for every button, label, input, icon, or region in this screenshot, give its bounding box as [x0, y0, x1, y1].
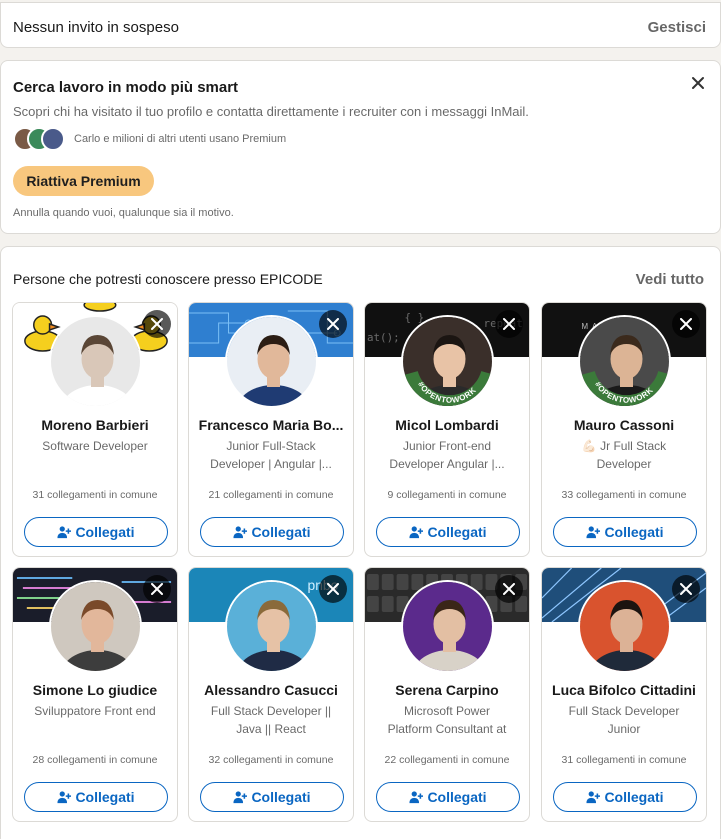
person-card[interactable]: pnboAlessandro CasucciFull Stack Develop…	[188, 567, 354, 822]
manage-invitations-link[interactable]: Gestisci	[648, 19, 706, 36]
close-icon	[503, 318, 515, 330]
mutual-connections: 22 collegamenti in comune	[384, 754, 510, 766]
add-person-icon	[409, 791, 424, 804]
close-icon[interactable]	[690, 75, 706, 91]
profile-photo[interactable]	[225, 580, 318, 673]
person-headline: Full Stack Developer Junior	[568, 704, 680, 736]
person-card[interactable]: at();repeat{ }#OPENTOWORKMicol LombardiJ…	[364, 302, 530, 557]
connect-button[interactable]: Collegati	[376, 517, 520, 547]
person-card[interactable]: Serena Carpino Microsoft Power Platform C…	[364, 567, 530, 822]
profile-photo[interactable]	[578, 580, 671, 673]
add-person-icon	[57, 791, 72, 804]
invitations-status: Nessun invito in sospeso	[13, 19, 179, 36]
mutual-connections: 33 collegamenti in comune	[561, 489, 687, 501]
connect-button-label: Collegati	[604, 789, 664, 805]
profile-photo[interactable]	[225, 315, 318, 408]
premium-footer-note: Annulla quando vuoi, qualunque sia il mo…	[13, 207, 234, 219]
connect-button-label: Collegati	[251, 524, 311, 540]
person-name[interactable]: Serena Carpino	[369, 682, 525, 698]
person-card[interactable]: MAU ON#OPENTOWORKMauro Cassoni💪🏻 Jr Full…	[541, 302, 707, 557]
profile-photo[interactable]	[49, 315, 142, 408]
connect-button[interactable]: Collegati	[200, 517, 344, 547]
add-person-icon	[586, 526, 601, 539]
open-to-work-badge: #OPENTOWORK	[404, 370, 492, 406]
person-headline: 💪🏻 Jr Full Stack Developer	[581, 439, 667, 471]
connect-button-label: Collegati	[427, 789, 487, 805]
person-name[interactable]: Alessandro Casucci	[193, 682, 349, 698]
profile-photo[interactable]	[401, 580, 494, 673]
person-headline: Microsoft Power Platform Consultant at A…	[387, 704, 507, 736]
person-headline: Full Stack Developer || Java || React	[210, 704, 332, 736]
close-icon	[503, 583, 515, 595]
dismiss-button[interactable]	[672, 575, 700, 603]
person-name[interactable]: Moreno Barbieri	[17, 417, 173, 433]
connect-button-label: Collegati	[427, 524, 487, 540]
close-icon	[151, 583, 163, 595]
premium-upsell-card: Cerca lavoro in modo più smart Scopri ch…	[0, 60, 721, 234]
dismiss-button[interactable]	[495, 310, 523, 338]
add-person-icon	[233, 526, 248, 539]
close-icon	[680, 583, 692, 595]
profile-photo[interactable]: #OPENTOWORK	[578, 315, 671, 408]
dismiss-button[interactable]	[495, 575, 523, 603]
connect-button[interactable]: Collegati	[553, 517, 697, 547]
connect-button[interactable]: Collegati	[24, 782, 168, 812]
add-person-icon	[409, 526, 424, 539]
profile-photo[interactable]: #OPENTOWORK	[401, 315, 494, 408]
reactivate-premium-button[interactable]: Riattiva Premium	[13, 166, 154, 196]
person-name[interactable]: Francesco Maria Bo...	[193, 417, 349, 433]
connect-button-label: Collegati	[75, 524, 135, 540]
person-headline: Sviluppatore Front end	[34, 704, 156, 718]
dismiss-button[interactable]	[143, 575, 171, 603]
dismiss-button[interactable]	[672, 310, 700, 338]
person-card[interactable]: Moreno Barbieri Software Developer 31 coll…	[12, 302, 178, 557]
add-person-icon	[233, 791, 248, 804]
mutual-connections: 31 collegamenti in comune	[561, 754, 687, 766]
mutual-connections: 31 collegamenti in comune	[32, 489, 158, 501]
people-you-may-know-section: Persone che potresti conoscere presso EP…	[0, 246, 721, 839]
premium-title: Cerca lavoro in modo più smart	[13, 79, 239, 96]
premium-member-avatars	[13, 127, 69, 151]
connect-button[interactable]: Collegati	[553, 782, 697, 812]
close-icon	[327, 583, 339, 595]
section-title: Persone che potresti conoscere presso EP…	[13, 271, 323, 287]
add-person-icon	[57, 526, 72, 539]
add-person-icon	[586, 791, 601, 804]
close-icon	[151, 318, 163, 330]
person-headline: Junior Full-Stack Developer | Angular |.…	[210, 439, 332, 471]
person-name[interactable]: Luca Bifolco Cittadini	[546, 682, 702, 698]
invitations-card: Nessun invito in sospeso Gestisci	[0, 2, 721, 48]
connect-button[interactable]: Collegati	[24, 517, 168, 547]
profile-photo[interactable]	[49, 580, 142, 673]
connect-button[interactable]: Collegati	[376, 782, 520, 812]
person-name[interactable]: Mauro Cassoni	[546, 417, 702, 433]
see-all-link[interactable]: Vedi tutto	[636, 271, 704, 288]
person-headline: Junior Front-end Developer Angular |...	[389, 439, 505, 471]
person-card[interactable]: Simone Lo giudice Sviluppatore Front end 2…	[12, 567, 178, 822]
dismiss-button[interactable]	[143, 310, 171, 338]
person-headline: Software Developer	[42, 439, 148, 453]
connect-button-label: Collegati	[251, 789, 311, 805]
person-name[interactable]: Micol Lombardi	[369, 417, 525, 433]
premium-description: Scopri chi ha visitato il tuo profilo e …	[13, 104, 529, 119]
svg-text:at();: at();	[367, 331, 400, 344]
connect-button[interactable]: Collegati	[200, 782, 344, 812]
mutual-connections: 9 collegamenti in comune	[387, 489, 507, 501]
avatar	[41, 127, 65, 151]
mutual-connections: 21 collegamenti in comune	[208, 489, 334, 501]
dismiss-button[interactable]	[319, 575, 347, 603]
mutual-connections: 28 collegamenti in comune	[32, 754, 158, 766]
mutual-connections: 32 collegamenti in comune	[208, 754, 334, 766]
connect-button-label: Collegati	[604, 524, 664, 540]
person-card[interactable]: Luca Bifolco Cittadini Full Stack Develop…	[541, 567, 707, 822]
dismiss-button[interactable]	[319, 310, 347, 338]
close-icon	[680, 318, 692, 330]
person-name[interactable]: Simone Lo giudice	[17, 682, 173, 698]
premium-social-proof: Carlo e milioni di altri utenti usano Pr…	[74, 133, 287, 145]
connect-button-label: Collegati	[75, 789, 135, 805]
close-icon	[327, 318, 339, 330]
person-card[interactable]: Francesco Maria Bo... Junior Full-Stack D…	[188, 302, 354, 557]
open-to-work-badge: #OPENTOWORK	[581, 370, 669, 406]
